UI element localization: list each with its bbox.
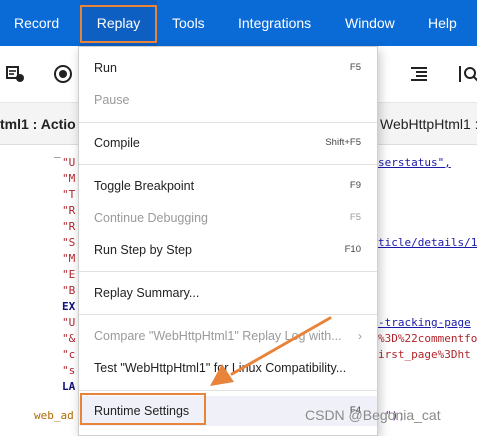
menu-item-label: Run bbox=[94, 61, 117, 75]
submenu-arrow-icon: › bbox=[358, 329, 362, 343]
menu-item-label: Compare "WebHttpHtml1" Replay Log with..… bbox=[94, 329, 342, 343]
tab-action[interactable]: tml1 : Actio bbox=[0, 116, 76, 132]
code-line-bottom: web_ad bbox=[34, 409, 74, 422]
menu-item-pause[interactable]: Pause bbox=[79, 85, 377, 115]
menu-item-shortcut: F9 bbox=[349, 180, 361, 191]
menu-item-label: Toggle Breakpoint bbox=[94, 179, 195, 193]
recording-tree-icon[interactable] bbox=[4, 62, 28, 86]
menu-item-label: Continue Debugging bbox=[94, 211, 208, 225]
menu-item-test-linux-compatibility[interactable]: Test "WebHttpHtml1" for Linux Compatibil… bbox=[79, 353, 377, 383]
menu-help[interactable]: Help bbox=[428, 0, 457, 46]
menu-item-continue-debugging[interactable]: Continue Debugging F5 bbox=[79, 203, 377, 233]
menu-separator bbox=[79, 122, 377, 123]
menu-item-label: Run Step by Step bbox=[94, 243, 192, 257]
menu-item-compare-replay-log[interactable]: Compare "WebHttpHtml1" Replay Log with..… bbox=[79, 321, 377, 351]
menu-separator bbox=[79, 164, 377, 165]
code-line: "M bbox=[62, 252, 76, 265]
code-line: LA bbox=[62, 380, 76, 393]
menu-record[interactable]: Record bbox=[14, 0, 59, 46]
code-line: "B bbox=[62, 284, 76, 297]
menu-item-replay-summary[interactable]: Replay Summary... bbox=[79, 278, 377, 308]
menu-item-compile[interactable]: Compile Shift+F5 bbox=[79, 128, 377, 158]
record-icon[interactable] bbox=[51, 62, 75, 86]
watermark: CSDN @Begonia_cat bbox=[305, 407, 441, 423]
code-line: "T bbox=[62, 188, 76, 201]
code-line: "E bbox=[62, 268, 76, 281]
menu-item-label: Replay Summary... bbox=[94, 286, 200, 300]
code-line-tail: irst_page%3Dht bbox=[378, 348, 471, 361]
search-replace-icon[interactable] bbox=[456, 62, 477, 86]
menu-item-run-step-by-step[interactable]: Run Step by Step F10 bbox=[79, 235, 377, 265]
menu-item-shortcut: F10 bbox=[344, 244, 361, 255]
menu-item-label: Compile bbox=[94, 136, 140, 150]
menu-separator bbox=[79, 271, 377, 272]
replay-dropdown-menu: Run F5 Pause Compile Shift+F5 Toggle Bre… bbox=[78, 46, 378, 436]
menu-bar: Record Replay Tools Integrations Window … bbox=[0, 0, 477, 46]
code-line: EX bbox=[62, 300, 76, 313]
tab-webhttphtml1[interactable]: WebHttpHtml1 : bbox=[380, 116, 477, 132]
code-line: "U bbox=[62, 156, 76, 169]
menu-window[interactable]: Window bbox=[345, 0, 395, 46]
menu-item-shortcut: F5 bbox=[349, 62, 361, 73]
runtime-settings-highlight bbox=[80, 393, 206, 425]
code-line: "& bbox=[62, 332, 76, 345]
menu-item-shortcut: Shift+F5 bbox=[325, 137, 361, 148]
menu-separator bbox=[79, 314, 377, 315]
menu-item-toggle-breakpoint[interactable]: Toggle Breakpoint F9 bbox=[79, 171, 377, 201]
menu-separator bbox=[79, 390, 377, 391]
code-line: "c bbox=[62, 348, 76, 361]
menu-item-run[interactable]: Run F5 bbox=[79, 53, 377, 83]
code-line: "R bbox=[62, 204, 76, 217]
code-line: "U bbox=[62, 316, 76, 329]
code-line: "M bbox=[62, 172, 76, 185]
code-fold-mark: _ bbox=[54, 145, 61, 158]
menu-item-label: Test "WebHttpHtml1" for Linux Compatibil… bbox=[94, 361, 347, 375]
code-line-tail: ticle/details/1 bbox=[378, 236, 477, 249]
code-line-tail: serstatus", bbox=[378, 156, 451, 169]
list-indent-icon[interactable] bbox=[407, 62, 431, 86]
code-line-tail: -tracking-page bbox=[378, 316, 471, 329]
replay-menu-highlight bbox=[80, 5, 157, 43]
code-line-tail: %3D%22commentfo bbox=[378, 332, 477, 345]
menu-integrations[interactable]: Integrations bbox=[238, 0, 311, 46]
code-line: "R bbox=[62, 220, 76, 233]
menu-item-shortcut: F5 bbox=[349, 212, 361, 223]
code-line: "S bbox=[62, 236, 76, 249]
menu-tools[interactable]: Tools bbox=[172, 0, 205, 46]
menu-item-label: Pause bbox=[94, 93, 130, 107]
code-line: "s bbox=[62, 364, 76, 377]
